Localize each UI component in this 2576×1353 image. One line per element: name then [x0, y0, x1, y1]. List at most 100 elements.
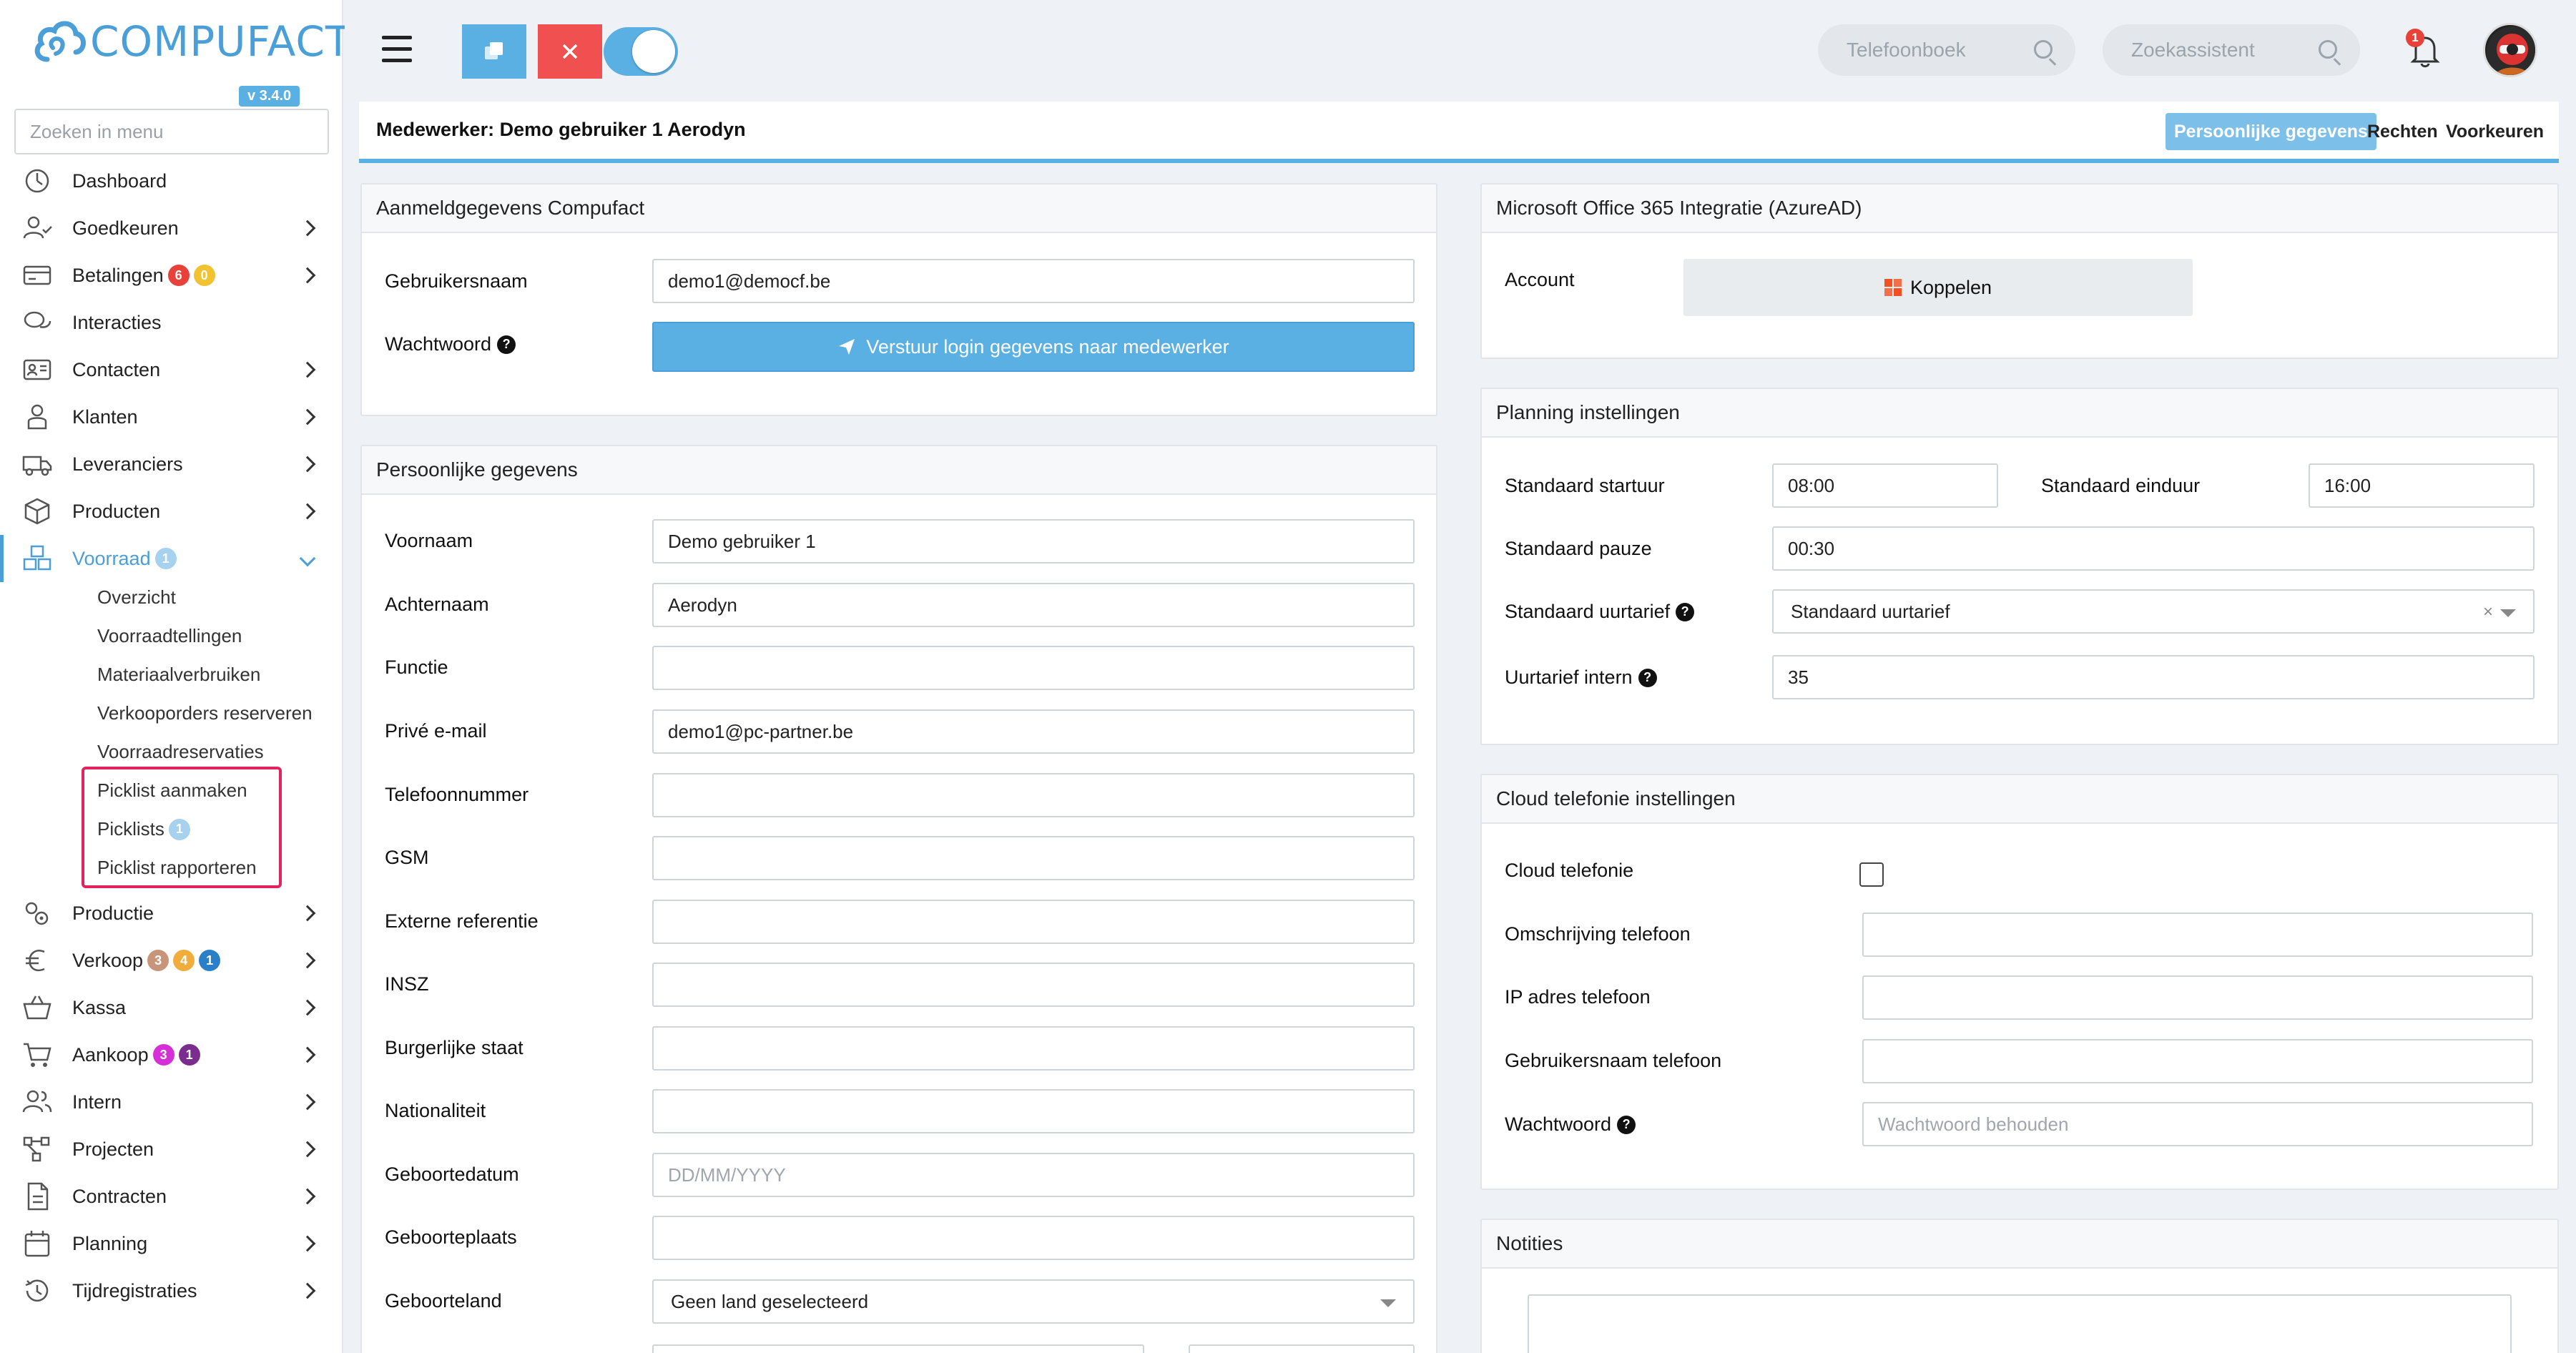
submenu-item-picklists[interactable]: Picklists 1: [97, 818, 190, 840]
help-icon[interactable]: ?: [1617, 1115, 1636, 1134]
sidebar-item-intern[interactable]: Intern: [0, 1078, 342, 1126]
prive-email-field[interactable]: demo1@pc-partner.be: [652, 709, 1415, 754]
chat-icon: [24, 311, 51, 328]
sidebar-item-productie[interactable]: Productie: [0, 890, 342, 937]
assistant-placeholder: Zoekassistent: [2131, 39, 2255, 61]
euro-icon: [26, 950, 45, 972]
next-field-partial[interactable]: [652, 1344, 1144, 1353]
telefoon-wachtwoord-field[interactable]: Wachtwoord behouden: [1862, 1102, 2533, 1146]
ip-adres-field[interactable]: [1862, 975, 2533, 1020]
duplicate-button[interactable]: [462, 24, 526, 79]
chevron-right-icon: [299, 905, 316, 922]
einduur-field[interactable]: 16:00: [2309, 463, 2535, 508]
sidebar-item-producten[interactable]: Producten: [0, 488, 342, 535]
count-badge: 1: [178, 1044, 200, 1066]
omschrijving-telefoon-field[interactable]: [1862, 912, 2533, 957]
uurtarief-intern-field[interactable]: 35: [1772, 655, 2535, 699]
sidebar-item-kassa[interactable]: Kassa: [0, 984, 342, 1031]
menu-search-input[interactable]: Zoeken in menu: [14, 109, 329, 154]
sidebar-item-tijdregistraties[interactable]: Tijdregistraties: [0, 1267, 342, 1314]
search-icon: [2034, 40, 2053, 59]
dashboard-icon: [25, 169, 49, 193]
sidebar-item-projecten[interactable]: Projecten: [0, 1126, 342, 1173]
sidebar-item-voorraad[interactable]: Voorraad 1: [0, 535, 342, 582]
pauze-field[interactable]: 00:30: [1772, 526, 2535, 571]
phonebook-search-input[interactable]: Telefoonboek: [1818, 24, 2075, 76]
insz-field[interactable]: [652, 963, 1415, 1007]
submenu-item-voorraadtellingen[interactable]: Voorraadtellingen: [97, 625, 242, 647]
submenu-item-picklist-rapporteren[interactable]: Picklist rapporteren: [97, 857, 257, 879]
send-login-button[interactable]: Verstuur login gegevens naar medewerker: [652, 322, 1415, 372]
nationaliteit-field[interactable]: [652, 1089, 1415, 1133]
achternaam-field[interactable]: Aerodyn: [652, 583, 1415, 627]
einduur-label: Standaard einduur: [2041, 475, 2201, 496]
geboortedatum-field[interactable]: DD/MM/YYYY: [652, 1153, 1415, 1197]
burgerlijke-staat-field[interactable]: [652, 1026, 1415, 1071]
gebruikersnaam-telefoon-field[interactable]: [1862, 1039, 2533, 1083]
sidebar-item-label: Productie: [72, 902, 154, 924]
sidebar-item-verkoop[interactable]: Verkoop 3 4 1: [0, 937, 342, 984]
notifications-button[interactable]: 1: [2403, 29, 2446, 72]
panel-title: Persoonlijke gegevens: [362, 446, 1436, 495]
uurtarief-value: Standaard uurtarief: [1791, 600, 1950, 622]
sidebar-item-contacten[interactable]: Contacten: [0, 346, 342, 393]
mode-toggle[interactable]: [604, 27, 678, 76]
uurtarief-select[interactable]: Standaard uurtarief ×: [1772, 589, 2535, 634]
startuur-field[interactable]: 08:00: [1772, 463, 1998, 508]
sidebar-item-aankoop[interactable]: Aankoop 3 1: [0, 1031, 342, 1078]
sidebar-item-planning[interactable]: Planning: [0, 1220, 342, 1267]
sidebar-item-dashboard[interactable]: Dashboard: [0, 157, 342, 205]
sidebar-item-klanten[interactable]: Klanten: [0, 393, 342, 441]
account-label: Account: [1505, 269, 1575, 290]
submenu-item-voorraadreservaties[interactable]: Voorraadreservaties: [97, 741, 264, 763]
externe-referentie-label: Externe referentie: [385, 910, 539, 932]
submenu-item-materiaalverbruiken[interactable]: Materiaalverbruiken: [97, 664, 260, 686]
close-icon: [562, 44, 578, 59]
geboorteplaats-field[interactable]: [652, 1216, 1415, 1260]
assistant-search-input[interactable]: Zoekassistent: [2103, 24, 2360, 76]
gsm-field[interactable]: [652, 836, 1415, 880]
help-icon[interactable]: ?: [1638, 668, 1657, 687]
cart-icon: [24, 1043, 51, 1067]
ip-adres-label: IP adres telefoon: [1505, 986, 1651, 1008]
sidebar-item-leveranciers[interactable]: Leveranciers: [0, 441, 342, 488]
submenu-item-picklist-aanmaken[interactable]: Picklist aanmaken: [97, 779, 247, 802]
sidebar-item-label: Planning: [72, 1232, 148, 1254]
cloud-telefonie-checkbox[interactable]: [1859, 862, 1884, 887]
externe-referentie-field[interactable]: [652, 900, 1415, 944]
tab-persoonlijke-gegevens[interactable]: Persoonlijke gegevens: [2165, 113, 2376, 150]
telefoonnummer-field[interactable]: [652, 773, 1415, 817]
voornaam-field[interactable]: Demo gebruiker 1: [652, 519, 1415, 564]
hamburger-menu-icon[interactable]: [382, 36, 412, 63]
help-icon[interactable]: ?: [497, 335, 516, 354]
submenu-item-verkooporders-reserveren[interactable]: Verkooporders reserveren: [97, 702, 313, 724]
logo[interactable]: COMPUFACT: [33, 14, 351, 69]
project-icon: [23, 1136, 50, 1162]
username-label: Gebruikersnaam: [385, 270, 528, 292]
prive-email-label: Privé e-mail: [385, 720, 487, 742]
geboorteland-select[interactable]: Geen land geselecteerd: [652, 1279, 1415, 1324]
sidebar: COMPUFACT v 3.4.0 Zoeken in menu Dashboa…: [0, 0, 350, 1353]
search-icon: [2319, 40, 2337, 59]
topbar: Telefoonboek Zoekassistent 1: [345, 0, 2576, 100]
avatar[interactable]: [2483, 23, 2537, 77]
username-field[interactable]: demo1@democf.be: [652, 259, 1415, 303]
close-button[interactable]: [538, 24, 602, 79]
clear-selection-icon[interactable]: ×: [2483, 602, 2493, 622]
sidebar-item-label: Kassa: [72, 996, 127, 1018]
help-icon[interactable]: ?: [1676, 602, 1695, 621]
chevron-right-icon: [299, 952, 316, 969]
sidebar-item-contracten[interactable]: Contracten: [0, 1173, 342, 1220]
submenu-item-overzicht[interactable]: Overzicht: [97, 586, 176, 609]
brand-name: COMPUFACT: [90, 17, 352, 66]
sidebar-item-goedkeuren[interactable]: Goedkeuren: [0, 205, 342, 252]
connect-office-button[interactable]: Koppelen: [1683, 259, 2193, 316]
sidebar-item-betalingen[interactable]: Betalingen 6 0: [0, 252, 342, 299]
tab-voorkeuren[interactable]: Voorkeuren: [2437, 113, 2552, 150]
count-badge: 3: [152, 1044, 174, 1066]
tab-rechten[interactable]: Rechten: [2359, 113, 2447, 150]
notes-textarea[interactable]: [1528, 1294, 2512, 1353]
next-field-partial-2[interactable]: [1189, 1344, 1415, 1353]
functie-field[interactable]: [652, 646, 1415, 690]
sidebar-item-interacties[interactable]: Interacties: [0, 299, 342, 346]
